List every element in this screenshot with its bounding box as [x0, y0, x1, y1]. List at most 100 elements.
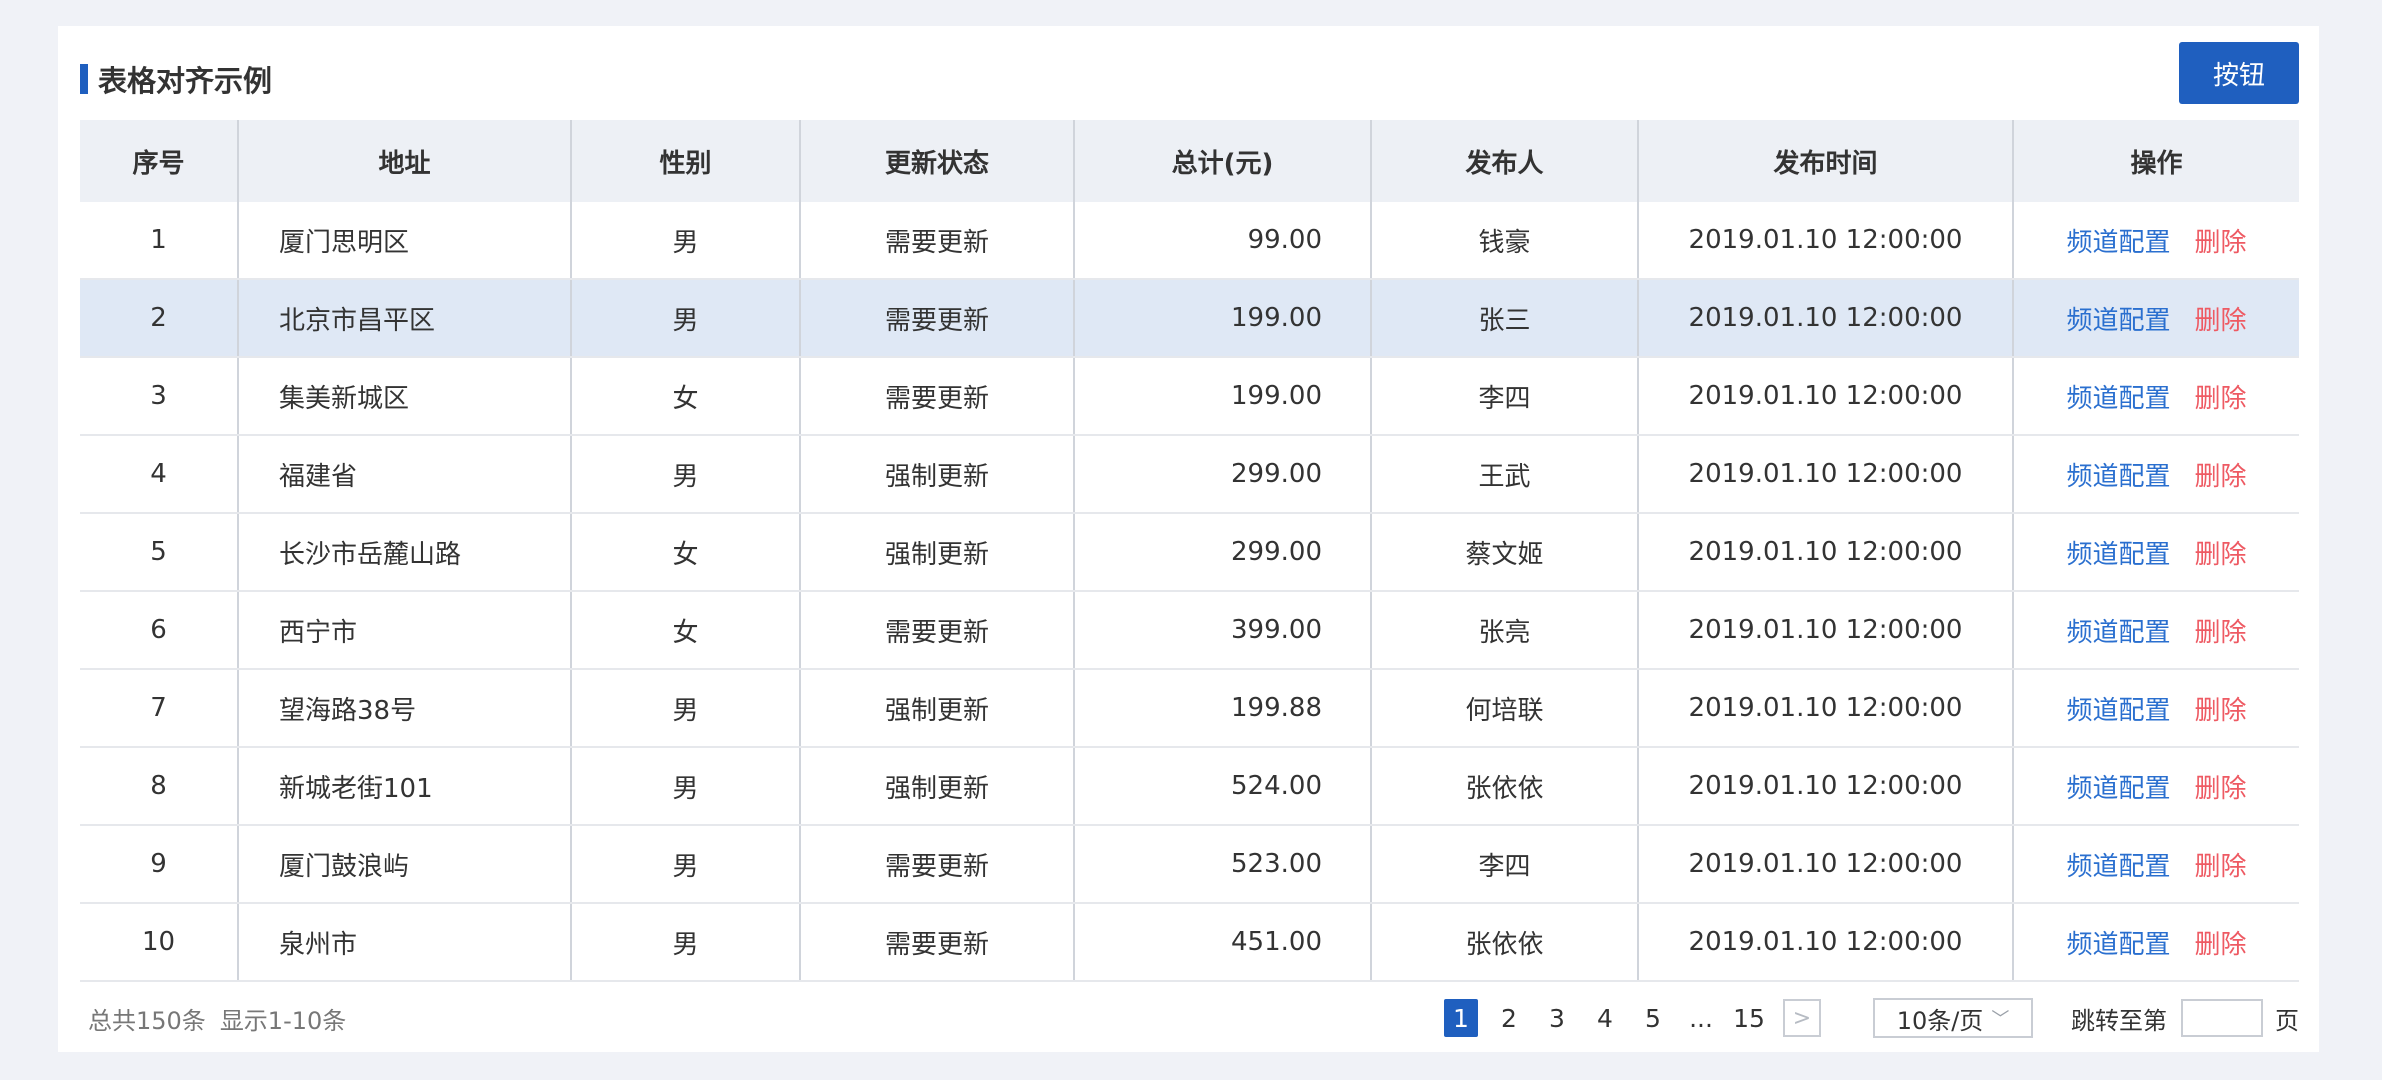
cell-status: 需要更新 [800, 591, 1075, 670]
channel-config-link[interactable]: 频道配置 [2066, 222, 2170, 259]
cell-gender: 男 [571, 903, 801, 982]
delete-link[interactable]: 删除 [2195, 300, 2247, 337]
page-ellipsis[interactable]: ... [1684, 999, 1718, 1037]
cell-status: 需要更新 [800, 357, 1075, 436]
cell-gender: 女 [571, 357, 801, 436]
cell-total: 299.00 [1074, 435, 1372, 514]
cell-actions: 频道配置 删除 [2013, 825, 2299, 904]
channel-config-link[interactable]: 频道配置 [2066, 378, 2170, 415]
showing-range: 显示1-10条 [219, 1006, 347, 1035]
channel-config-link[interactable]: 频道配置 [2066, 456, 2170, 493]
cell-gender: 男 [571, 279, 801, 358]
cell-status: 强制更新 [800, 747, 1075, 826]
table-row[interactable]: 5 长沙市岳麓山路女强制更新 299.00 蔡文姬 2019.01.10 12:00:0… [80, 513, 2299, 592]
jump-suffix: 页 [2275, 1006, 2299, 1035]
cell-no: 5 [80, 513, 239, 592]
cell-time: 2019.01.10 12:00:00 [1638, 435, 2014, 514]
page-button-4[interactable]: 4 [1588, 999, 1622, 1037]
cell-no: 3 [80, 357, 239, 436]
table-row[interactable]: 8 新城老街101 男强制更新 524.00 张依依 2019.01.10 12:00:0… [80, 747, 2299, 826]
cell-address: 长沙市岳麓山路 [238, 513, 572, 592]
table-row[interactable]: 9 厦门鼓浪屿男需要更新 523.00 李四 2019.01.10 12:00:00 频道… [80, 825, 2299, 904]
delete-link[interactable]: 删除 [2195, 456, 2247, 493]
cell-actions: 频道配置 删除 [2013, 513, 2299, 592]
delete-link[interactable]: 删除 [2195, 222, 2247, 259]
delete-link[interactable]: 删除 [2195, 846, 2247, 883]
table-row[interactable]: 6 西宁市女需要更新 399.00 张亮 2019.01.10 12:00:00 频道配置… [80, 591, 2299, 670]
table-row[interactable]: 3 集美新城区女需要更新 199.00 李四 2019.01.10 12:00:00 频道… [80, 357, 2299, 436]
channel-config-link[interactable]: 频道配置 [2066, 768, 2170, 805]
cell-status: 强制更新 [800, 669, 1075, 748]
primary-button[interactable]: 按钮 [2179, 42, 2299, 104]
delete-link[interactable]: 删除 [2195, 534, 2247, 571]
cell-publisher: 张依依 [1371, 747, 1639, 826]
cell-address: 新城老街101 [238, 747, 572, 826]
cell-status: 需要更新 [800, 825, 1075, 904]
channel-config-link[interactable]: 频道配置 [2066, 924, 2170, 961]
cell-actions: 频道配置 删除 [2013, 591, 2299, 670]
cell-time: 2019.01.10 12:00:00 [1638, 825, 2014, 904]
page-button-2[interactable]: 2 [1492, 999, 1526, 1037]
cell-status: 强制更新 [800, 435, 1075, 514]
cell-gender: 男 [571, 202, 801, 280]
page-title: 表格对齐示例 [98, 64, 273, 98]
cell-actions: 频道配置 删除 [2013, 357, 2299, 436]
cell-no: 2 [80, 279, 239, 358]
cell-publisher: 何培联 [1371, 669, 1639, 748]
cell-address: 厦门思明区 [238, 202, 572, 280]
jump-page-input[interactable] [2181, 999, 2263, 1037]
cell-no: 1 [80, 202, 239, 280]
page-button-5[interactable]: 5 [1636, 999, 1670, 1037]
row-actions: 频道配置 删除 [2014, 690, 2299, 727]
row-actions: 频道配置 删除 [2014, 378, 2299, 415]
cell-time: 2019.01.10 12:00:00 [1638, 357, 2014, 436]
cell-actions: 频道配置 删除 [2013, 669, 2299, 748]
cell-time: 2019.01.10 12:00:00 [1638, 669, 2014, 748]
delete-link[interactable]: 删除 [2195, 924, 2247, 961]
pagination: 1 2 3 4 5 ... 15 > 10条/页 ﹀ 跳转至第 页 [1437, 996, 2299, 1040]
column-header-status: 更新状态 [800, 120, 1075, 202]
page-button-1[interactable]: 1 [1444, 999, 1478, 1037]
channel-config-link[interactable]: 频道配置 [2066, 690, 2170, 727]
table-row[interactable]: 2 北京市昌平区男需要更新 199.00 张三 2019.01.10 12:00:00 频… [80, 279, 2299, 358]
cell-publisher: 张依依 [1371, 903, 1639, 982]
column-header-address: 地址 [238, 120, 572, 202]
channel-config-link[interactable]: 频道配置 [2066, 612, 2170, 649]
cell-actions: 频道配置 删除 [2013, 747, 2299, 826]
delete-link[interactable]: 删除 [2195, 612, 2247, 649]
cell-total: 451.00 [1074, 903, 1372, 982]
cell-actions: 频道配置 删除 [2013, 903, 2299, 982]
row-actions: 频道配置 删除 [2014, 300, 2299, 337]
table-row[interactable]: 7 望海路38号男强制更新 199.88 何培联 2019.01.10 12:00:00… [80, 669, 2299, 748]
cell-status: 强制更新 [800, 513, 1075, 592]
cell-publisher: 张三 [1371, 279, 1639, 358]
channel-config-link[interactable]: 频道配置 [2066, 300, 2170, 337]
cell-no: 7 [80, 669, 239, 748]
column-header-no: 序号 [80, 120, 239, 202]
row-actions: 频道配置 删除 [2014, 456, 2299, 493]
next-page-chevron-icon[interactable]: > [1783, 999, 1821, 1037]
page-button-15[interactable]: 15 [1732, 999, 1766, 1037]
cell-gender: 男 [571, 747, 801, 826]
channel-config-link[interactable]: 频道配置 [2066, 846, 2170, 883]
table-row[interactable]: 1 厦门思明区男需要更新 99.00 钱豪 2019.01.10 12:00:00 频道配… [80, 202, 2299, 280]
delete-link[interactable]: 删除 [2195, 378, 2247, 415]
cell-gender: 男 [571, 435, 801, 514]
delete-link[interactable]: 删除 [2195, 768, 2247, 805]
table-row[interactable]: 10 泉州市男需要更新 451.00 张依依 2019.01.10 12:00:00 频道… [80, 903, 2299, 982]
channel-config-link[interactable]: 频道配置 [2066, 534, 2170, 571]
page-size-select[interactable]: 10条/页 ﹀ [1873, 998, 2033, 1038]
table-row[interactable]: 4 福建省男强制更新 299.00 王武 2019.01.10 12:00:00 频道配置… [80, 435, 2299, 514]
table-footer: 总共150条 显示1-10条 1 2 3 4 5 ... 15 > 10条/页 … [80, 996, 2299, 1040]
cell-total: 99.00 [1074, 202, 1372, 280]
page-button-3[interactable]: 3 [1540, 999, 1574, 1037]
cell-actions: 频道配置 删除 [2013, 279, 2299, 358]
cell-total: 199.00 [1074, 357, 1372, 436]
delete-link[interactable]: 删除 [2195, 690, 2247, 727]
column-header-publisher: 发布人 [1371, 120, 1639, 202]
row-actions: 频道配置 删除 [2014, 846, 2299, 883]
cell-publisher: 王武 [1371, 435, 1639, 514]
cell-address: 集美新城区 [238, 357, 572, 436]
cell-time: 2019.01.10 12:00:00 [1638, 279, 2014, 358]
cell-gender: 女 [571, 513, 801, 592]
